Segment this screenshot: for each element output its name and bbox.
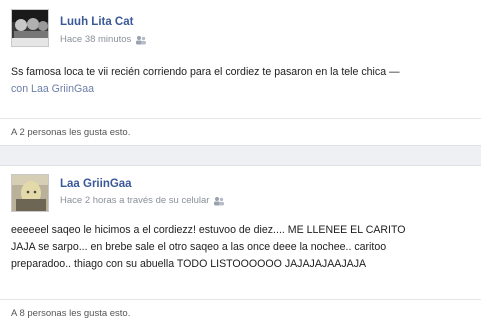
post-time-link[interactable]: Hace 38 minutos [60, 34, 131, 45]
post-text: Ss famosa loca te vii recién corriendo p… [11, 64, 469, 98]
post-meta: Hace 2 horas a través de su celular [60, 195, 225, 206]
author-name-link[interactable]: Laa GriinGaa [60, 178, 132, 190]
post-message-line-1: eeeeeel saqeo le hicimos a el cordiezz! … [11, 224, 406, 236]
post-message: Ss famosa loca te vii recién corriendo p… [11, 66, 400, 78]
likes-summary: A 8 personas les gusta esto. [0, 299, 481, 319]
with-prefix: con [11, 83, 29, 95]
author-avatar[interactable] [11, 174, 49, 212]
post-text: eeeeeel saqeo le hicimos a el cordiezz! … [11, 222, 469, 273]
feed-post-1: Luuh Lita Cat Hace 38 minutos Ss famosa … [0, 0, 481, 145]
avatar-photo-icon [12, 175, 48, 211]
likes-link[interactable]: A 8 personas les gusta esto. [11, 308, 130, 319]
author-name-link[interactable]: Luuh Lita Cat [60, 16, 133, 28]
post-separator [0, 145, 481, 166]
tagged-friend-link[interactable]: Laa GriinGaa [31, 83, 94, 95]
author-avatar[interactable] [11, 9, 49, 47]
post-meta: Hace 38 minutos [60, 34, 147, 45]
post-message-line-2: JAJA se sarpo... en brebe sale el otro s… [11, 241, 387, 253]
likes-link[interactable]: A 2 personas les gusta esto. [11, 127, 130, 138]
post-message-line-3: preparadoo.. thiago con su abuella TODO … [11, 258, 367, 270]
feed-post-2: Laa GriinGaa Hace 2 horas a través de su… [0, 166, 481, 325]
avatar-photo-icon [12, 10, 48, 46]
people-icon[interactable] [213, 196, 225, 206]
people-icon[interactable] [135, 35, 147, 45]
likes-summary: A 2 personas les gusta esto. [0, 118, 481, 138]
post-time-link[interactable]: Hace 2 horas a través de su celular [60, 195, 209, 206]
